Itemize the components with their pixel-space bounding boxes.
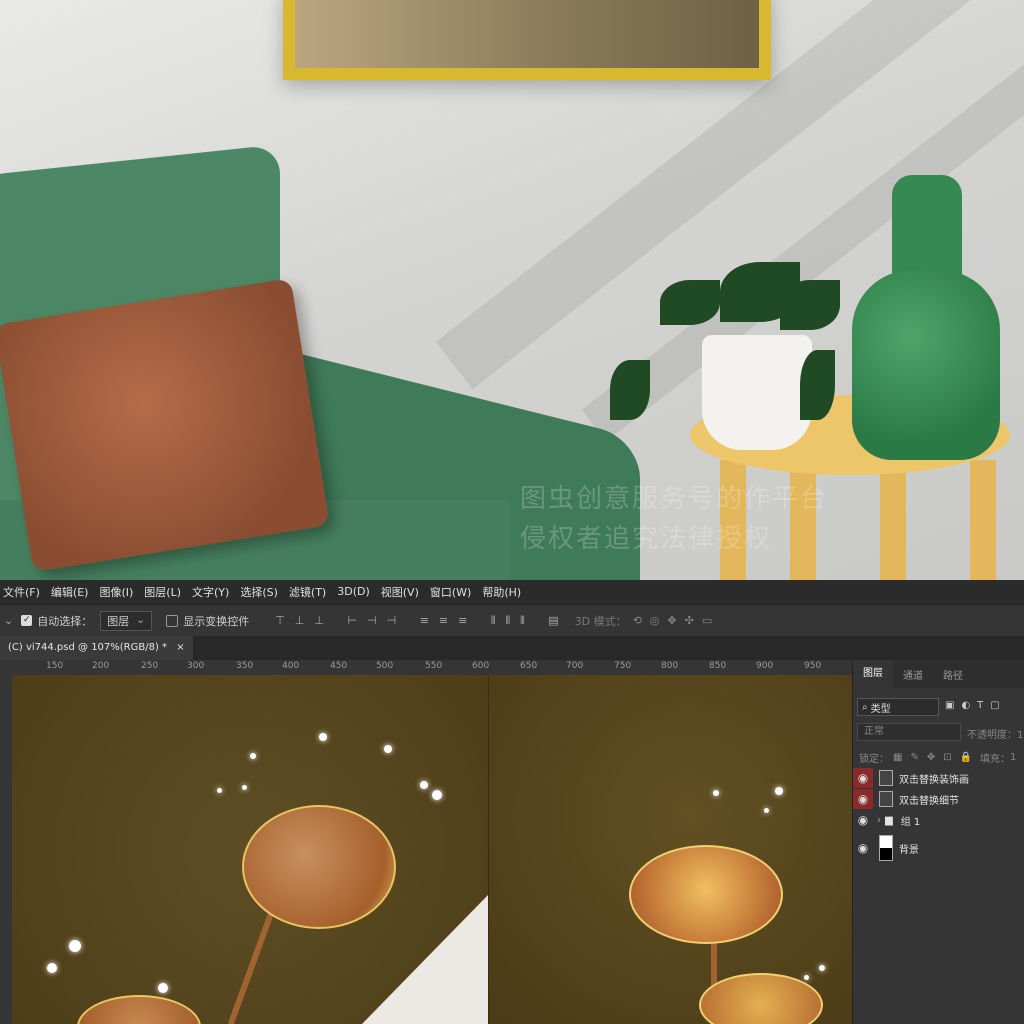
eye-icon[interactable]: ◉ xyxy=(853,810,873,830)
search-icon: ⌕ xyxy=(862,701,868,713)
tab-paths[interactable]: 路径 xyxy=(933,667,973,682)
lock-icons[interactable]: ▦✎✥⊡🔒 xyxy=(893,752,980,763)
marble-triangle xyxy=(362,895,488,1024)
eye-icon[interactable]: ◉ xyxy=(853,768,873,788)
close-icon[interactable]: × xyxy=(176,642,184,653)
options-bar: ⌄ ✓ 自动选择： 图层 ⌄ 显示变换控件 ⊤⊥⊥ ⊢⊣⊣ ≡≡≡ ⫴⫴⫴ ▤ 3… xyxy=(0,604,1024,636)
eye-icon[interactable]: ◉ xyxy=(853,789,873,809)
layer-name: 双击替换装饰画 xyxy=(899,774,969,786)
lotus-flower xyxy=(629,845,783,944)
chevron-down-icon[interactable]: ⌄ xyxy=(4,614,13,627)
tab-document[interactable]: (C) vi744.psd @ 107%(RGB/8) * × xyxy=(0,636,193,660)
plant-pot xyxy=(702,335,812,450)
pillow xyxy=(0,278,330,572)
picture-frame xyxy=(283,0,771,80)
smart-object-thumbnail xyxy=(879,791,893,807)
filter-kind-select[interactable]: ⌕ 类型 xyxy=(857,698,939,716)
menu-3d[interactable]: 3D(D) xyxy=(334,585,378,598)
layer-name: 双击替换细节 xyxy=(899,795,959,807)
smart-object-thumbnail xyxy=(879,770,893,786)
chevron-right-icon[interactable]: › xyxy=(877,815,881,826)
layer-row[interactable]: ◉ 双击替换装饰画 xyxy=(853,768,1024,788)
blend-mode-select[interactable]: 正常 xyxy=(857,723,961,741)
eye-icon[interactable]: ◉ xyxy=(853,838,873,858)
photo-scene: 图虫创意服务号的作平台 侵权者追究法律授权 xyxy=(0,0,1024,580)
folder-icon: ▆ xyxy=(885,814,893,826)
background-thumbnail xyxy=(879,835,893,861)
menu-select[interactable]: 选择(S) xyxy=(237,584,286,600)
fill-value[interactable]: 1 xyxy=(1010,752,1016,763)
tab-layers[interactable]: 图层 xyxy=(853,660,893,688)
tab-channels[interactable]: 通道 xyxy=(893,667,933,682)
layer-name: 组 1 xyxy=(900,816,921,828)
menu-bar: 文件(F) 编辑(E) 图像(I) 图层(L) 文字(Y) 选择(S) 滤镜(T… xyxy=(0,580,1024,603)
vertical-ruler xyxy=(0,675,12,1024)
layer-name: 背景 xyxy=(899,844,919,856)
auto-select-checkbox[interactable]: ✓ xyxy=(21,615,33,626)
artwork-left xyxy=(12,675,488,1024)
align-icons[interactable]: ⊤⊥⊥ ⊢⊣⊣ ≡≡≡ ⫴⫴⫴ ▤ xyxy=(275,614,568,628)
auto-select-dropdown[interactable]: 图层 ⌄ xyxy=(100,610,153,631)
document-tabs: (C) vi744.psd @ 107%(RGB/8) * × xyxy=(0,636,1024,660)
menu-image[interactable]: 图像(I) xyxy=(96,584,141,600)
artwork-right xyxy=(488,675,852,1024)
layers-panel: 图层 通道 路径 ⌕ 类型 ▣◐T▢ 正常 不透明度：1 锁定： ▦✎✥⊡🔒 填… xyxy=(852,660,1024,1024)
menu-layer[interactable]: 图层(L) xyxy=(141,584,189,600)
canvas[interactable] xyxy=(12,675,852,1024)
menu-filter[interactable]: 滤镜(T) xyxy=(286,584,334,600)
opacity-value[interactable]: 1 xyxy=(1017,730,1023,741)
menu-edit[interactable]: 编辑(E) xyxy=(48,584,97,600)
vase xyxy=(892,175,962,285)
3d-tool-icons[interactable]: ⟲◎✥✣▭ xyxy=(633,614,721,627)
show-transform-checkbox[interactable] xyxy=(166,614,179,627)
menu-view[interactable]: 视图(V) xyxy=(378,584,427,600)
menu-window[interactable]: 窗口(W) xyxy=(427,584,479,600)
menu-help[interactable]: 帮助(H) xyxy=(479,584,529,600)
filter-icons[interactable]: ▣◐T▢ xyxy=(945,700,1007,711)
mode3d-label: 3D 模式： xyxy=(574,614,627,628)
show-transform-label: 显示变换控件 xyxy=(183,614,250,628)
menu-file[interactable]: 文件(F) xyxy=(0,584,48,600)
menu-type[interactable]: 文字(Y) xyxy=(189,584,237,600)
auto-select-label: 自动选择： xyxy=(37,614,93,628)
layer-row[interactable]: ◉ 背景 xyxy=(853,834,1024,862)
watermark-line1: 图虫创意服务号的作平台 xyxy=(520,484,829,514)
layer-row[interactable]: ◉ › ▆ 组 1 xyxy=(853,810,1024,830)
opacity-label: 不透明度： xyxy=(967,730,1017,741)
horizontal-ruler: 150 200 250 300 350 400 450 500 550 600 … xyxy=(0,660,852,675)
lock-label: 锁定： xyxy=(859,754,889,765)
watermark-line2: 侵权者追究法律授权 xyxy=(520,524,773,554)
layer-row[interactable]: ◉ 双击替换细节 xyxy=(853,789,1024,809)
fill-label: 填充： xyxy=(980,754,1011,765)
